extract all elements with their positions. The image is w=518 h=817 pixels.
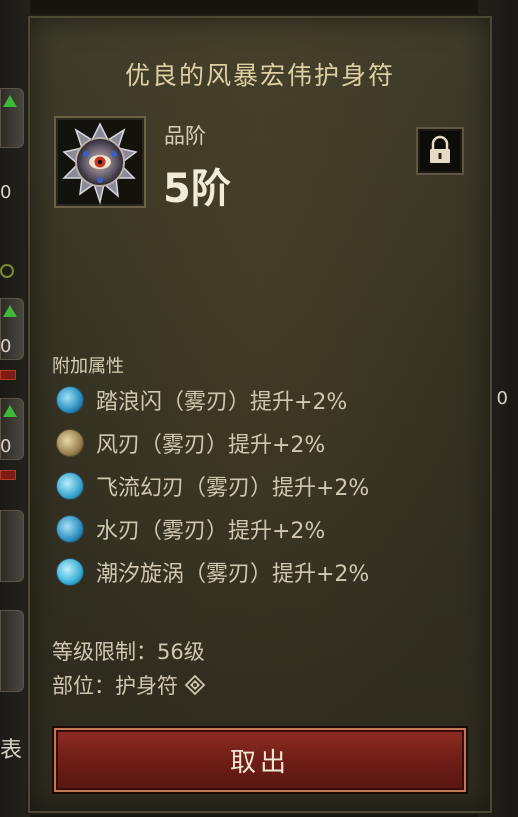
attribute-row: 踏浪闪（雾刃）提升+2% (56, 383, 347, 417)
item-title: 优良的风暴宏伟护身符 (124, 61, 395, 90)
skill-wave-dash-icon (56, 386, 84, 414)
take-out-button[interactable]: 取出 (54, 728, 466, 792)
level-requirement-text: 等级限制：56级 (52, 640, 205, 664)
side-inventory-slot[interactable] (0, 88, 24, 148)
side-label: 表 (0, 738, 23, 763)
side-inventory-slot[interactable] (0, 610, 24, 692)
side-inventory-slot[interactable] (0, 510, 24, 582)
upgrade-arrow-icon (3, 305, 17, 317)
skill-tide-vortex-icon (56, 558, 84, 586)
lock-button[interactable] (416, 127, 464, 175)
attribute-text: 水刃（雾刃）提升+2% (96, 519, 326, 544)
attribute-text: 踏浪闪（雾刃）提升+2% (96, 390, 348, 415)
attribute-row: 潮汐旋涡（雾刃）提升+2% (56, 555, 369, 589)
attribute-text: 飞流幻刃（雾刃）提升+2% (96, 476, 370, 501)
side-status-bar (0, 470, 16, 480)
lock-icon (430, 135, 450, 163)
equip-slot-text: 部位：护身符 (52, 674, 178, 698)
amulet-icon (62, 122, 138, 205)
upgrade-arrow-icon (3, 95, 17, 107)
side-value: 0 (0, 336, 12, 357)
grade-label: 品阶 (164, 124, 206, 148)
attribute-text: 风刃（雾刃）提升+2% (96, 433, 326, 458)
section-label-attributes: 附加属性 (52, 356, 124, 377)
item-icon-frame (54, 116, 146, 208)
upgrade-arrow-icon (3, 405, 17, 417)
side-ring-icon (0, 264, 14, 278)
side-status-bar (0, 370, 16, 380)
amulet-slot-icon (184, 674, 206, 696)
equip-slot: 部位：护身符 (52, 670, 206, 700)
attribute-text: 潮汐旋涡（雾刃）提升+2% (96, 562, 370, 587)
skill-flowing-blade-icon (56, 472, 84, 500)
side-value: 0 (0, 182, 12, 203)
side-value-right: 0 (496, 388, 508, 409)
skill-water-blade-icon (56, 515, 84, 543)
grade-value: 5阶 (163, 166, 231, 212)
side-value: 0 (0, 436, 12, 457)
level-requirement: 等级限制：56级 (52, 636, 205, 666)
attribute-row: 水刃（雾刃）提升+2% (56, 512, 325, 546)
attribute-row: 风刃（雾刃）提升+2% (56, 426, 325, 460)
item-tooltip-panel: 优良的风暴宏伟护身符 品阶 5阶 附加属性 踏浪闪（雾刃）提升+2% 风刃（雾刃… (26, 14, 494, 815)
skill-wind-blade-icon (56, 429, 84, 457)
attribute-row: 飞流幻刃（雾刃）提升+2% (56, 469, 369, 503)
